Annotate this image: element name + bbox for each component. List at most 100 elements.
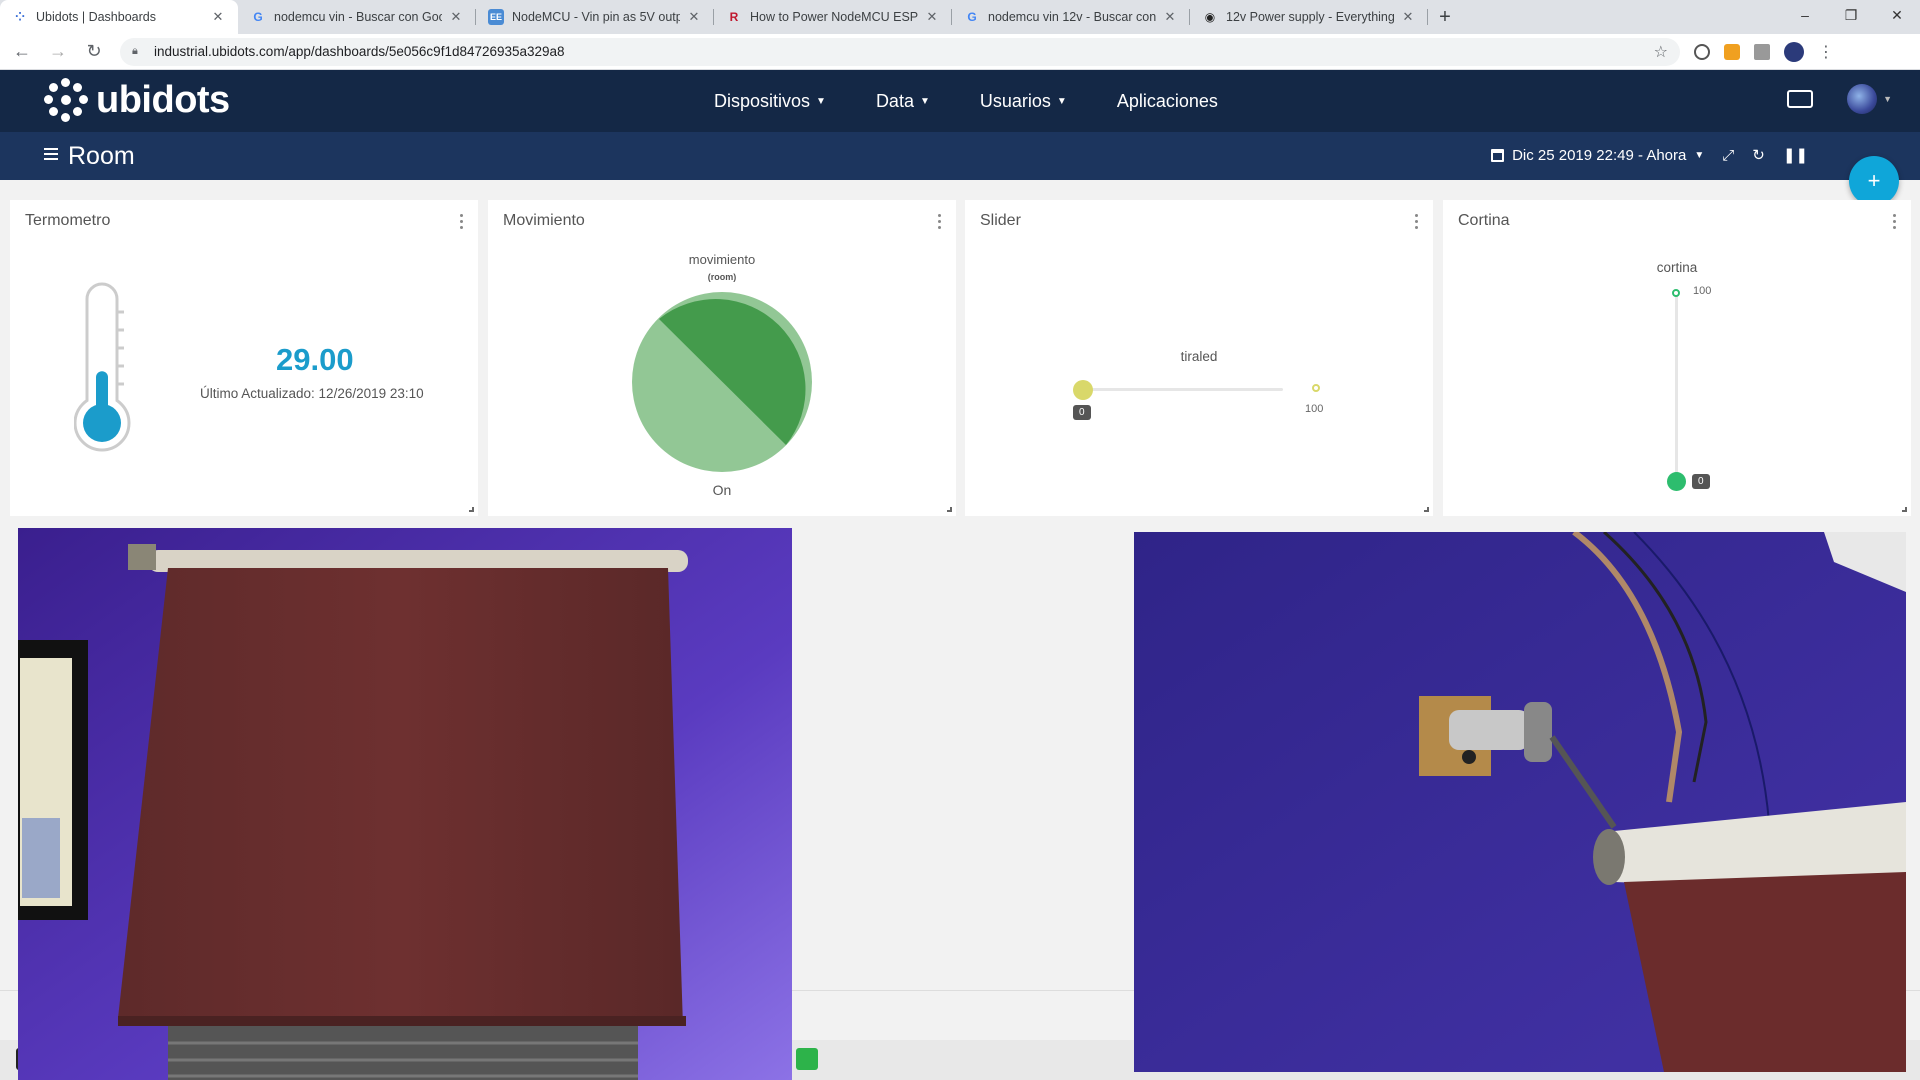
slider-label: tiraled (1180, 349, 1218, 364)
resize-handle[interactable] (1902, 507, 1907, 512)
profile-avatar-icon[interactable] (1784, 41, 1804, 62)
nav-data[interactable]: Data ▼ (876, 91, 930, 112)
widget-title: Termometro (25, 212, 111, 229)
pause-icon[interactable]: ❚❚ (1783, 146, 1808, 164)
widget-menu-icon[interactable] (1893, 214, 1897, 230)
nav-aplicaciones[interactable]: Aplicaciones (1117, 91, 1218, 112)
slider-knob[interactable] (1073, 380, 1093, 400)
curtain-photo-image (18, 528, 792, 1080)
window-controls: – ❐ ✕ (1782, 0, 1920, 30)
hamburger-menu-icon[interactable] (44, 148, 60, 162)
new-tab-button[interactable]: + (1428, 0, 1462, 34)
fullscreen-icon[interactable]: ⤢ (1722, 147, 1734, 164)
resize-handle[interactable] (947, 507, 952, 512)
browser-tab[interactable]: R How to Power NodeMCU ESP-12 ✕ (714, 0, 952, 34)
close-tab-icon[interactable]: ✕ (686, 9, 702, 25)
caret-down-icon: ▼ (1883, 94, 1892, 104)
browser-tab-bar: ⁘ Ubidots | Dashboards ✕ G nodemcu vin -… (0, 0, 1920, 34)
resize-handle[interactable] (469, 507, 474, 512)
movement-pie (632, 292, 812, 472)
inbox-icon[interactable] (1787, 90, 1814, 108)
caret-down-icon: ▼ (1694, 149, 1705, 161)
close-window-button[interactable]: ✕ (1874, 0, 1920, 30)
chart-subtitle: (room) (707, 272, 737, 282)
user-avatar[interactable] (1847, 84, 1878, 114)
date-range-picker[interactable]: Dic 25 2019 22:49 - Ahora ▼ (1491, 147, 1704, 164)
cortina-widget: Cortina cortina 100 0 (1443, 200, 1911, 516)
movimiento-widget: Movimiento movimiento (room) On (488, 200, 956, 516)
close-tab-icon[interactable]: ✕ (1162, 9, 1178, 25)
chrome-menu-icon[interactable]: ⋮ (1818, 42, 1834, 62)
vertical-slider-knob[interactable] (1667, 472, 1686, 491)
close-tab-icon[interactable]: ✕ (924, 9, 940, 25)
address-bar[interactable]: 🔒︎ industrial.ubidots.com/app/dashboards… (120, 37, 1680, 66)
close-tab-icon[interactable]: ✕ (210, 9, 226, 25)
nav-label: Dispositivos (714, 90, 811, 111)
dashboard-controls: Dic 25 2019 22:49 - Ahora ▼ ⤢ ↻ ❚❚ (1491, 146, 1808, 164)
block-extension-icon[interactable] (1694, 43, 1710, 60)
slider-widget: Slider tiraled 0 100 (965, 200, 1433, 516)
curtain-photo (18, 528, 792, 1080)
add-widget-button[interactable]: + (1849, 156, 1899, 206)
resize-handle[interactable] (1424, 507, 1429, 512)
tab-title: How to Power NodeMCU ESP-12 (750, 10, 918, 24)
vertical-slider-label: cortina (1656, 260, 1698, 275)
nav-dispositivos[interactable]: Dispositivos ▼ (714, 91, 826, 112)
caret-down-icon: ▼ (816, 95, 826, 107)
browser-tab[interactable]: G nodemcu vin 12v - Buscar con G ✕ (952, 0, 1190, 34)
widget-title: Movimiento (503, 212, 585, 229)
browser-tab[interactable]: ◉ 12v Power supply - Everything E ✕ (1190, 0, 1428, 34)
refresh-icon[interactable]: ↻ (1752, 146, 1765, 164)
tab-title: Ubidots | Dashboards (36, 10, 156, 24)
caret-down-icon: ▼ (919, 95, 930, 107)
orange-extension-icon[interactable] (1724, 43, 1740, 60)
ubidots-logo-icon (44, 78, 88, 122)
dashboard-bar: Room Dic 25 2019 22:49 - Ahora ▼ ⤢ ↻ ❚❚ (0, 132, 1920, 180)
tab-title: nodemcu vin 12v - Buscar con G (988, 10, 1156, 24)
widget-menu-icon[interactable] (460, 214, 464, 230)
extension-icons: ⋮ (1694, 41, 1834, 62)
header-actions: ▼ (1787, 84, 1892, 114)
slider-max-label: 100 (1305, 403, 1324, 415)
movement-state-label: On (712, 482, 732, 498)
ubidots-logo[interactable]: ubidots (44, 78, 230, 122)
slider-value-badge: 0 (1073, 405, 1091, 420)
thermometer-widget: Termometro 29.00 Último Actualizado: 12/… (10, 200, 478, 516)
motor-photo (1134, 532, 1906, 1072)
vertical-slider-value-badge: 0 (1692, 474, 1710, 489)
last-updated-text: Último Actualizado: 12/26/2019 23:10 (200, 386, 424, 401)
widget-menu-icon[interactable] (1415, 214, 1419, 230)
tab-title: nodemcu vin - Buscar con Googl (274, 10, 442, 24)
dashboard-title[interactable]: Room (68, 142, 135, 171)
lock-icon: 🔒︎ (132, 45, 138, 57)
thermometer-icon (74, 282, 131, 452)
cast-extension-icon[interactable] (1754, 43, 1770, 60)
close-tab-icon[interactable]: ✕ (1400, 9, 1416, 25)
chart-title: movimiento (688, 252, 756, 267)
slider-track[interactable] (1083, 388, 1283, 391)
tab-title: NodeMCU - Vin pin as 5V output (512, 10, 680, 24)
taskbar-app-icon[interactable] (796, 1048, 818, 1070)
nav-usuarios[interactable]: Usuarios ▼ (980, 91, 1067, 112)
browser-tab[interactable]: ⁘ Ubidots | Dashboards ✕ (0, 0, 238, 34)
forward-arrow-icon[interactable]: → (44, 38, 72, 66)
google-favicon-icon: G (253, 10, 263, 24)
widget-menu-icon[interactable] (938, 214, 942, 230)
tab-title: 12v Power supply - Everything E (1226, 10, 1394, 24)
restore-button[interactable]: ❐ (1828, 0, 1874, 30)
caret-down-icon: ▼ (1056, 95, 1067, 107)
vertical-slider-max-label: 100 (1693, 285, 1712, 297)
motor-photo-image (1134, 532, 1906, 1072)
calendar-icon (1491, 148, 1505, 162)
browser-tab[interactable]: EE NodeMCU - Vin pin as 5V output ✕ (476, 0, 714, 34)
browser-tab[interactable]: G nodemcu vin - Buscar con Googl ✕ (238, 0, 476, 34)
back-arrow-icon[interactable]: ← (8, 38, 36, 66)
nav-label: Usuarios (979, 90, 1051, 111)
minimize-button[interactable]: – (1782, 0, 1828, 30)
reload-icon[interactable]: ↻ (80, 38, 108, 66)
bookmark-star-icon[interactable]: ☆ (1654, 42, 1668, 62)
vertical-slider-track[interactable] (1675, 296, 1678, 480)
widget-title: Cortina (1458, 212, 1510, 229)
close-tab-icon[interactable]: ✕ (448, 9, 464, 25)
vertical-slider-end-marker (1672, 289, 1680, 297)
